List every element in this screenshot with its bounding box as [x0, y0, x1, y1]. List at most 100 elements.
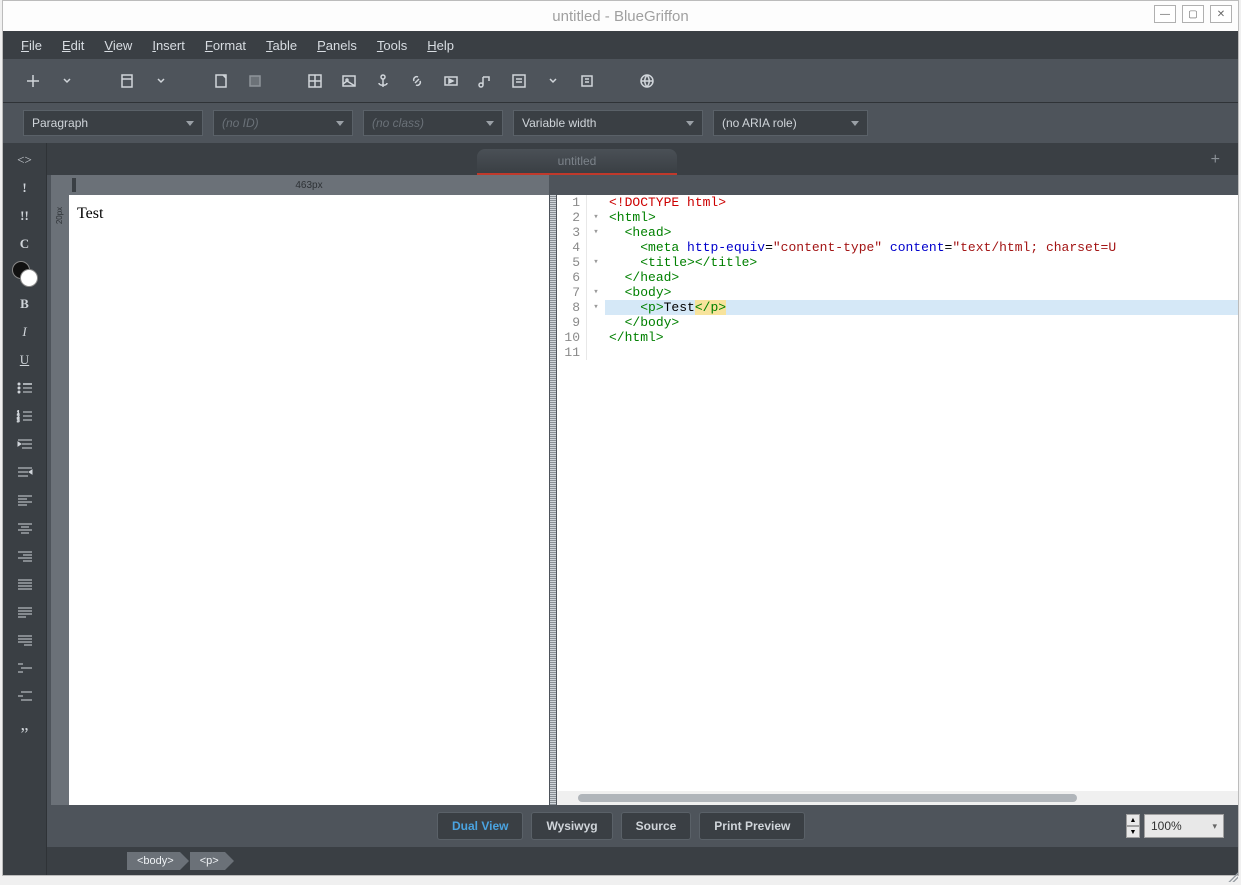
align-left-button[interactable]	[6, 487, 44, 513]
align-center-button[interactable]	[6, 515, 44, 541]
italic-button[interactable]: I	[6, 319, 44, 345]
code-line[interactable]: 9 </body>	[557, 315, 1238, 330]
fold-toggle[interactable]: ▾	[587, 255, 605, 270]
zoom-select[interactable]: 100% ▾	[1144, 814, 1224, 838]
link-icon[interactable]	[403, 67, 431, 95]
line-number: 9	[557, 315, 587, 330]
code-line[interactable]: 8▾ <p>Test</p>	[557, 300, 1238, 315]
breadcrumb-body[interactable]: <body>	[127, 852, 180, 870]
outdent-button[interactable]	[6, 459, 44, 485]
zoom-up-button[interactable]: ▲	[1126, 814, 1140, 826]
ul-button[interactable]	[6, 375, 44, 401]
class-select[interactable]: (no class)	[363, 110, 503, 136]
vertical-ruler: 20px	[51, 175, 69, 805]
code-line[interactable]: 10</html>	[557, 330, 1238, 345]
quote-icon[interactable]: „	[6, 711, 44, 737]
justify-right-button[interactable]	[6, 627, 44, 653]
new-button[interactable]	[19, 67, 47, 95]
menu-edit[interactable]: Edit	[54, 34, 92, 57]
menu-insert[interactable]: Insert	[144, 34, 193, 57]
fold-toggle[interactable]: ▾	[587, 300, 605, 315]
justify-left-button[interactable]	[6, 599, 44, 625]
line-number: 7	[557, 285, 587, 300]
fold-toggle[interactable]: ▾	[587, 210, 605, 225]
cite-icon[interactable]: C	[6, 231, 44, 257]
bottom-bar: Dual View Wysiwyg Source Print Preview ▲…	[47, 805, 1238, 847]
save-button[interactable]	[207, 67, 235, 95]
horizontal-ruler: 463px	[69, 175, 549, 195]
stop-button[interactable]	[241, 67, 269, 95]
globe-icon[interactable]	[633, 67, 661, 95]
form-dropdown-icon[interactable]	[539, 67, 567, 95]
resize-grip[interactable]	[1226, 870, 1238, 882]
form-icon[interactable]	[505, 67, 533, 95]
view-tab-source[interactable]: Source	[621, 812, 692, 840]
dl-button[interactable]	[6, 655, 44, 681]
underline-button[interactable]: U	[6, 347, 44, 373]
code-icon[interactable]: <>	[6, 147, 44, 173]
code-line[interactable]: 3▾ <head>	[557, 225, 1238, 240]
menu-tools[interactable]: Tools	[369, 34, 415, 57]
view-tab-wysiwyg[interactable]: Wysiwyg	[531, 812, 612, 840]
justify-button[interactable]	[6, 571, 44, 597]
zoom-control: ▲ ▼ 100% ▾	[1126, 814, 1224, 838]
audio-icon[interactable]	[471, 67, 499, 95]
code-line[interactable]: 5▾ <title></title>	[557, 255, 1238, 270]
minimize-button[interactable]: —	[1154, 5, 1176, 23]
view-tab-preview[interactable]: Print Preview	[699, 812, 805, 840]
menu-format[interactable]: Format	[197, 34, 254, 57]
exclaim-icon[interactable]: !	[6, 175, 44, 201]
view-tab-dual[interactable]: Dual View	[437, 812, 523, 840]
line-number: 3	[557, 225, 587, 240]
image-button[interactable]	[335, 67, 363, 95]
code-line[interactable]: 4 <meta http-equiv="content-type" conten…	[557, 240, 1238, 255]
open-button[interactable]	[113, 67, 141, 95]
maximize-button[interactable]: ▢	[1182, 5, 1204, 23]
id-select[interactable]: (no ID)	[213, 110, 353, 136]
color-swatch[interactable]	[6, 259, 44, 289]
source-code[interactable]: 1<!DOCTYPE html>2▾<html>3▾ <head>4 <meta…	[557, 195, 1238, 791]
add-tab-button[interactable]: +	[1211, 151, 1220, 169]
code-line[interactable]: 6 </head>	[557, 270, 1238, 285]
horizontal-scrollbar[interactable]	[557, 791, 1238, 805]
fold-toggle	[587, 330, 605, 345]
ol-button[interactable]: 123	[6, 403, 44, 429]
code-line[interactable]: 11	[557, 345, 1238, 360]
align-right-button[interactable]	[6, 543, 44, 569]
menu-panels[interactable]: Panels	[309, 34, 365, 57]
element-select[interactable]: Paragraph	[23, 110, 203, 136]
source-pane[interactable]: 1<!DOCTYPE html>2▾<html>3▾ <head>4 <meta…	[557, 195, 1238, 805]
note-icon[interactable]	[573, 67, 601, 95]
code-line[interactable]: 1<!DOCTYPE html>	[557, 195, 1238, 210]
menu-view[interactable]: View	[96, 34, 140, 57]
split-divider[interactable]	[549, 195, 557, 805]
menu-help[interactable]: Help	[419, 34, 462, 57]
bold-button[interactable]: B	[6, 291, 44, 317]
open-dropdown-icon[interactable]	[147, 67, 175, 95]
zoom-down-button[interactable]: ▼	[1126, 826, 1140, 838]
double-exclaim-icon[interactable]: !!	[6, 203, 44, 229]
table-button[interactable]	[301, 67, 329, 95]
code-line[interactable]: 7▾ <body>	[557, 285, 1238, 300]
close-button[interactable]: ✕	[1210, 5, 1232, 23]
code-text: </html>	[605, 330, 1238, 345]
fold-toggle[interactable]: ▾	[587, 285, 605, 300]
main-area: <> ! !! C B I U 123 „	[3, 143, 1238, 875]
code-line[interactable]: 2▾<html>	[557, 210, 1238, 225]
video-icon[interactable]	[437, 67, 465, 95]
menu-file[interactable]: File	[13, 34, 50, 57]
document-tab-label: untitled	[558, 154, 597, 168]
scroll-thumb[interactable]	[578, 794, 1077, 802]
aria-select[interactable]: (no ARIA role)	[713, 110, 868, 136]
wysiwyg-pane[interactable]: Test	[69, 195, 549, 805]
new-dropdown-icon[interactable]	[53, 67, 81, 95]
document-tab[interactable]: untitled	[477, 149, 677, 175]
font-select[interactable]: Variable width	[513, 110, 703, 136]
menu-table[interactable]: Table	[258, 34, 305, 57]
indent-button[interactable]	[6, 431, 44, 457]
fold-toggle[interactable]: ▾	[587, 225, 605, 240]
dd-button[interactable]	[6, 683, 44, 709]
anchor-icon[interactable]	[369, 67, 397, 95]
document-tabstrip: untitled +	[47, 143, 1238, 175]
breadcrumb-p[interactable]: <p>	[190, 852, 225, 870]
